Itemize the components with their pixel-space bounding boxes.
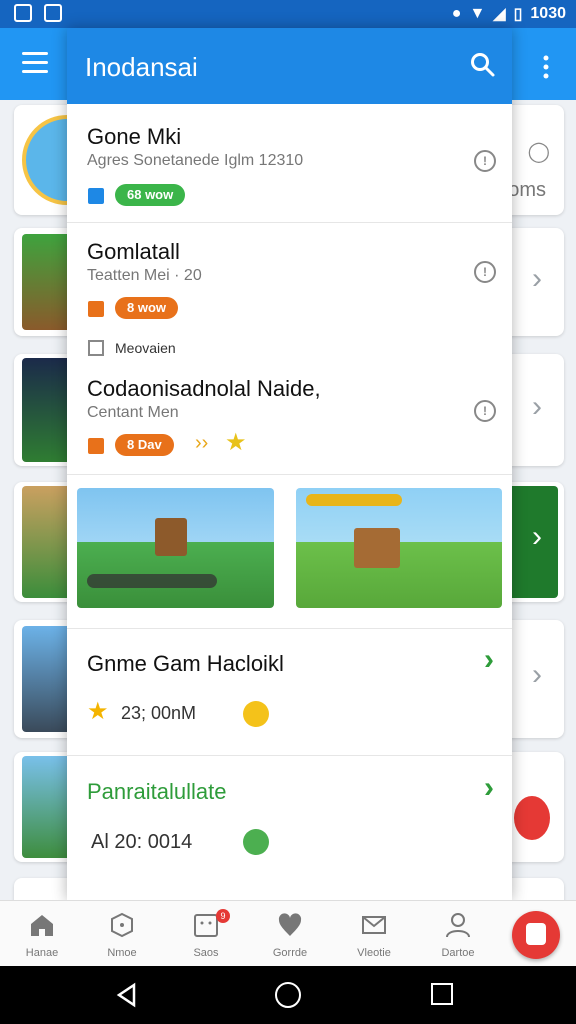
nav-item-favorites[interactable]: Gorrde xyxy=(250,901,330,967)
promo-card[interactable]: Panraitalullate › Al 20: 0014 xyxy=(67,755,512,895)
status-bar: ● ▼ ◢ ▯ 1030 xyxy=(0,0,576,28)
drawer-title: Inodansai xyxy=(85,52,198,82)
floating-action-button[interactable] xyxy=(512,911,560,959)
profile-icon xyxy=(444,911,472,939)
list-item[interactable]: Codaonisadnolal Naide, Centant Men 8 Dav… xyxy=(67,364,512,475)
item-title: Codaonisadnolal Naide, xyxy=(87,376,321,401)
nav-item-games[interactable]: Nmoe xyxy=(82,901,162,967)
status-badge: 8 Dav xyxy=(115,434,174,456)
nav-label: Dartoe xyxy=(441,947,475,959)
item-subtitle: Teatten Mei · 20 xyxy=(87,267,202,284)
status-time: 1030 xyxy=(530,5,566,22)
checkbox[interactable] xyxy=(88,188,104,204)
recents-icon[interactable] xyxy=(431,983,453,1005)
battery-icon: ▯ xyxy=(513,6,523,23)
item-subtitle: Centant Men xyxy=(87,404,179,421)
game-thumbnail xyxy=(22,358,72,462)
back-icon[interactable] xyxy=(114,982,140,1013)
game-card[interactable]: Gnme Gam Hacloikl › ★ 23; 00nM xyxy=(67,628,512,756)
nav-item-profile[interactable]: Dartoe xyxy=(418,901,498,967)
list-item[interactable]: Gomlatall Teatten Mei · 20 8 wow ! xyxy=(67,223,512,333)
gallery-notification-icon xyxy=(14,4,32,22)
info-icon[interactable]: ! xyxy=(474,261,496,283)
system-navigation-bar xyxy=(0,966,576,1024)
more-options-icon[interactable] xyxy=(536,54,556,80)
option-checkbox[interactable] xyxy=(88,340,104,356)
game-thumbnail xyxy=(22,234,72,330)
mail-icon xyxy=(360,911,388,939)
heart-pin-icon xyxy=(276,911,304,939)
game-thumbnail xyxy=(22,626,72,732)
star-icon: ★ xyxy=(225,429,247,456)
home-system-icon[interactable] xyxy=(275,982,301,1008)
list-item[interactable]: Gone Mki Agres Sonetanede Iglm 12310 68 … xyxy=(67,104,512,223)
background-card-label: oms xyxy=(508,179,546,201)
option-label: Meovaien xyxy=(115,340,176,356)
chevron-right-icon[interactable]: › xyxy=(484,771,494,805)
game-thumbnail xyxy=(22,756,72,858)
item-title: Gomlatall xyxy=(87,239,180,264)
nav-label: Vleotie xyxy=(357,947,391,959)
menu-icon[interactable] xyxy=(22,52,48,74)
drawer-panel: Inodansai Gone Mki Agres Sonetanede Iglm… xyxy=(67,28,512,900)
home-icon xyxy=(28,911,56,939)
drawer-header: Inodansai xyxy=(67,28,512,104)
info-icon[interactable]: ! xyxy=(474,400,496,422)
nav-label: Hanae xyxy=(25,947,59,959)
search-icon[interactable] xyxy=(470,52,496,78)
nav-item-home[interactable]: Hanae xyxy=(2,901,82,967)
nav-item-saves[interactable]: 9 Saos xyxy=(166,901,246,967)
location-icon: ● xyxy=(451,5,462,22)
game-screenshot[interactable] xyxy=(77,488,274,608)
nav-label: Nmoe xyxy=(107,947,137,959)
status-badge: 68 wow xyxy=(115,184,186,206)
game-screenshot[interactable] xyxy=(296,488,502,608)
notification-bubble[interactable] xyxy=(514,796,550,840)
signal-icon: ◢ xyxy=(493,6,506,23)
chevron-right-icon: › xyxy=(532,658,542,691)
nav-label: Saos xyxy=(193,947,219,959)
checkbox[interactable] xyxy=(88,301,104,317)
game-progress-bar xyxy=(306,494,402,506)
hut-graphic xyxy=(155,518,187,556)
checkbox[interactable] xyxy=(88,438,104,454)
gamepad-icon xyxy=(108,911,136,939)
star-icon: ★ xyxy=(87,698,109,725)
game-thumbnail xyxy=(22,486,72,598)
chat-icon: ◯ xyxy=(527,141,550,163)
photo-notification-icon xyxy=(44,4,62,22)
info-icon[interactable]: ! xyxy=(474,150,496,172)
double-chevron-icon: ›› xyxy=(195,432,209,454)
chevron-right-icon: › xyxy=(532,520,542,553)
chevron-right-icon[interactable]: › xyxy=(484,643,494,677)
item-title: Gone Mki xyxy=(87,124,182,149)
promo-card-title: Panraitalullate xyxy=(87,779,227,804)
mascot-icon xyxy=(526,923,546,945)
bottom-navigation: Hanae Nmoe 9 Saos Gorrde Vleotie Dartoe xyxy=(0,900,576,967)
game-progress-bar xyxy=(87,574,217,588)
nav-badge: 9 xyxy=(216,909,230,923)
item-subtitle: Agres Sonetanede Iglm 12310 xyxy=(87,152,304,169)
nav-label: Gorrde xyxy=(272,947,308,959)
gem-icon xyxy=(243,829,269,855)
chevron-right-icon: › xyxy=(532,262,542,295)
wifi-icon: ▼ xyxy=(469,5,486,22)
game-card-stat: 23; 00nM xyxy=(121,703,197,723)
chevron-right-icon: › xyxy=(532,390,542,423)
market-stall-graphic xyxy=(354,528,400,568)
status-badge: 8 wow xyxy=(115,297,179,319)
promo-card-stat: Al 20: 0014 xyxy=(91,831,193,853)
game-card-title: Gnme Gam Hacloikl xyxy=(87,651,284,676)
nav-item-messages[interactable]: Vleotie xyxy=(334,901,414,967)
coin-icon xyxy=(243,701,269,727)
